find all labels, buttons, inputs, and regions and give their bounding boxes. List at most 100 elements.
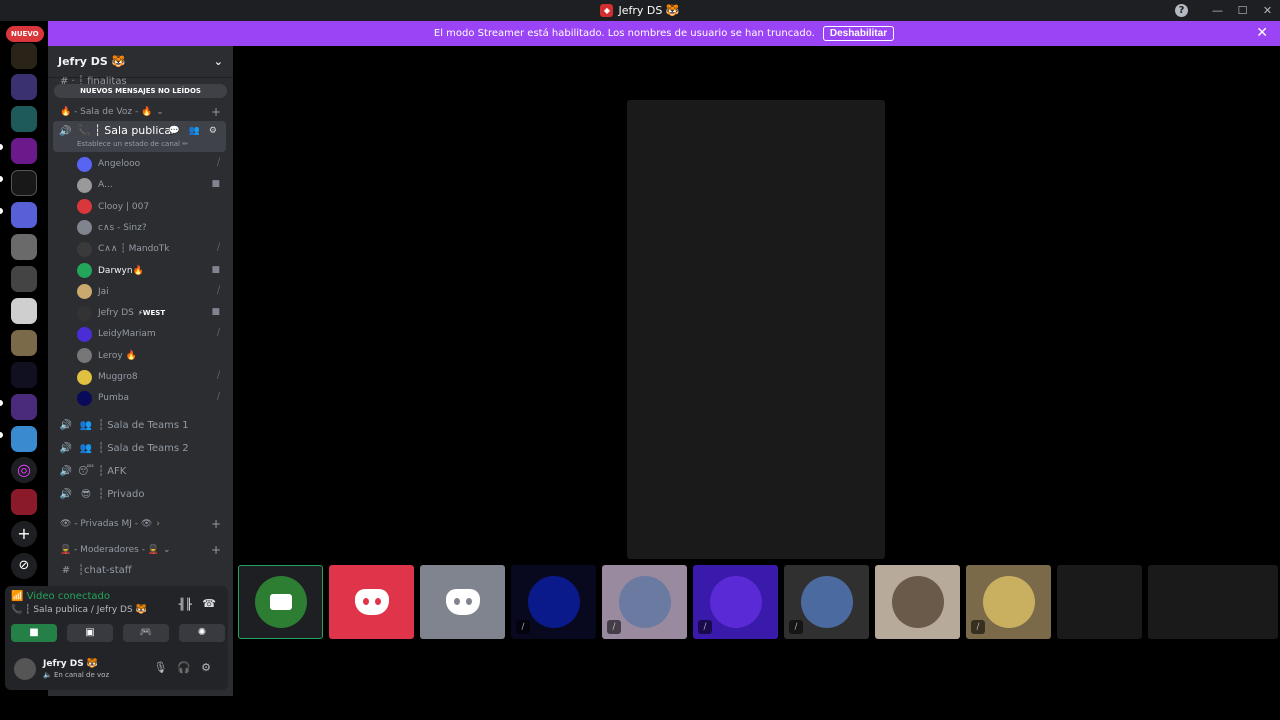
avatar — [982, 576, 1035, 628]
help-icon[interactable]: ? — [1175, 4, 1188, 17]
member-name: Pumba — [98, 393, 129, 404]
category-voice[interactable]: 🔥 - Sala de Voz - 🔥 ⌄ — [60, 107, 164, 117]
participant-tile[interactable]: ⧸ — [511, 565, 596, 639]
participant-tile[interactable]: ⧸ — [784, 565, 869, 639]
participant-tile[interactable]: ⧸ — [693, 565, 778, 639]
add-channel-icon[interactable]: + — [211, 517, 221, 531]
voice-member[interactable]: Darwyn🔥 ■ — [77, 261, 227, 281]
unread-indicator — [0, 432, 3, 438]
avatar — [618, 576, 671, 628]
voice-member[interactable]: Angelooo ⧸ — [77, 154, 227, 174]
channel-name: ┆ Privado — [98, 488, 145, 500]
unread-indicator — [0, 176, 3, 182]
camera-button[interactable]: ■ — [11, 624, 57, 642]
maximize-button[interactable]: ☐ — [1230, 0, 1255, 21]
activities-button[interactable]: 🎮 — [123, 624, 169, 642]
server-icon[interactable] — [11, 106, 37, 132]
voice-member[interactable]: Jefry DS ⚡WEST ■ — [77, 303, 227, 323]
server-icon[interactable] — [11, 266, 37, 292]
server-icon[interactable]: ◎ — [11, 457, 37, 483]
voice-member[interactable]: Jai ⧸ — [77, 282, 227, 302]
channel-name: ┆ Sala de Teams 2 — [98, 442, 189, 454]
new-badge[interactable]: NUEVO — [6, 26, 44, 42]
server-icon[interactable] — [11, 170, 37, 196]
server-icon[interactable] — [11, 138, 37, 164]
avatar[interactable] — [14, 658, 36, 680]
server-icon[interactable] — [11, 234, 37, 260]
avatar — [709, 576, 762, 628]
voice-member[interactable]: Pumba ⧸ — [77, 388, 227, 408]
channel-status-hint[interactable]: Establece un estado de canal ✏ — [77, 140, 188, 148]
window-title: Jefry DS 🐯 — [618, 4, 680, 17]
video-stage[interactable] — [627, 100, 885, 559]
voice-member[interactable]: c∧s - Sinz? — [77, 218, 227, 238]
participant-tile[interactable] — [1148, 565, 1278, 639]
voice-channel[interactable]: 🔊 😎 ┆ Privado — [58, 484, 228, 504]
voice-member[interactable]: Clooy | 007 — [77, 197, 227, 217]
avatar — [77, 241, 92, 257]
username[interactable]: Jefry DS 🐯 — [43, 659, 98, 669]
speaker-icon: 🔊 — [59, 419, 73, 431]
soundboard-button[interactable]: ✺ — [179, 624, 225, 642]
server-icon[interactable] — [11, 330, 37, 356]
voice-channel[interactable]: 🔊 👥 ┆ Sala de Teams 2 — [58, 438, 228, 458]
participant-tile[interactable] — [1057, 565, 1142, 639]
participant-tile[interactable]: ⧸ — [602, 565, 687, 639]
deafened-icon: ⧸ — [516, 620, 530, 634]
voice-channel[interactable]: 🔊 👥 ┆ Sala de Teams 1 — [58, 415, 228, 435]
disable-streamer-button[interactable]: Deshabilitar — [822, 26, 895, 41]
voice-member[interactable]: Leroy 🔥 — [77, 346, 227, 366]
screen-share-button[interactable]: ▣ — [67, 624, 113, 642]
add-channel-icon[interactable]: + — [211, 543, 221, 557]
user-controls[interactable]: 🎙🎧⚙ — [153, 661, 221, 674]
window-titlebar: ◆ Jefry DS 🐯 ? — ☐ ✕ — [0, 0, 1280, 21]
category-moderadores[interactable]: 💂 - Moderadores - 💂 ⌄ — [60, 545, 171, 555]
text-channel[interactable]: # ┆chat-staff — [58, 560, 228, 580]
chevron-down-icon: ⌄ — [156, 107, 164, 117]
participant-tile[interactable] — [875, 565, 960, 639]
avatar — [527, 576, 580, 628]
server-icon[interactable] — [11, 43, 37, 69]
server-icon[interactable] — [11, 426, 37, 452]
category-privadas[interactable]: 👁 - Privadas MJ - 👁 › — [60, 519, 160, 529]
server-icon[interactable] — [11, 74, 37, 100]
minimize-button[interactable]: — — [1205, 0, 1230, 21]
voice-member[interactable]: A... ■ — [77, 175, 227, 195]
participant-tile[interactable] — [238, 565, 323, 639]
channel-actions[interactable]: 💬 👥 ⚙ — [169, 126, 220, 136]
chevron-down-icon: ⌄ — [213, 55, 223, 68]
participant-tile[interactable] — [329, 565, 414, 639]
unread-messages-pill[interactable]: NUEVOS MENSAJES NO LEÍDOS — [54, 84, 227, 98]
noise-suppression-icon[interactable]: ╢╟ — [179, 598, 192, 611]
discord-logo-icon — [445, 589, 480, 615]
avatar — [77, 305, 92, 321]
close-window-button[interactable]: ✕ — [1255, 0, 1280, 21]
user-status: 🔈 En canal de voz — [43, 671, 110, 679]
add-channel-icon[interactable]: + — [211, 105, 221, 119]
server-icon[interactable] — [11, 362, 37, 388]
disconnect-icon[interactable]: ☎ — [202, 597, 216, 610]
close-banner-icon[interactable]: ✕ — [1256, 25, 1268, 41]
voice-member[interactable]: C∧∧ ┆ MandoTk ⧸ — [77, 239, 227, 259]
camera-icon: ■ — [211, 264, 220, 275]
voice-member[interactable]: Muggro8 ⧸ — [77, 367, 227, 387]
server-icon[interactable] — [11, 489, 37, 515]
participant-tile[interactable] — [420, 565, 505, 639]
category-label: 🔥 - Sala de Voz - 🔥 — [60, 107, 153, 117]
server-header[interactable]: Jefry DS 🐯 ⌄ — [48, 46, 233, 78]
server-icon[interactable] — [11, 202, 37, 228]
connected-channel-link[interactable]: 📞 ┆ Sala publica / Jefry DS 🐯 — [11, 605, 147, 615]
add-server-icon[interactable]: + — [11, 521, 37, 547]
camera-icon: ■ — [211, 179, 220, 190]
voice-member[interactable]: LeidyMariam ⧸ — [77, 324, 227, 344]
deafened-icon: ⧸ — [607, 620, 621, 634]
participant-tile[interactable]: ⧸ — [966, 565, 1051, 639]
avatar — [77, 284, 92, 300]
voice-channel[interactable]: 🔊 😴 ┆ AFK — [58, 461, 228, 481]
member-name: Jai — [98, 286, 109, 297]
chevron-right-icon: › — [156, 519, 160, 529]
voice-channel-active[interactable]: 🔊 📞 ┆ Sala publica Establece un estado d… — [53, 121, 226, 152]
server-icon[interactable] — [11, 394, 37, 420]
server-icon[interactable] — [11, 298, 37, 324]
explore-servers-icon[interactable]: ⊘ — [11, 553, 37, 579]
